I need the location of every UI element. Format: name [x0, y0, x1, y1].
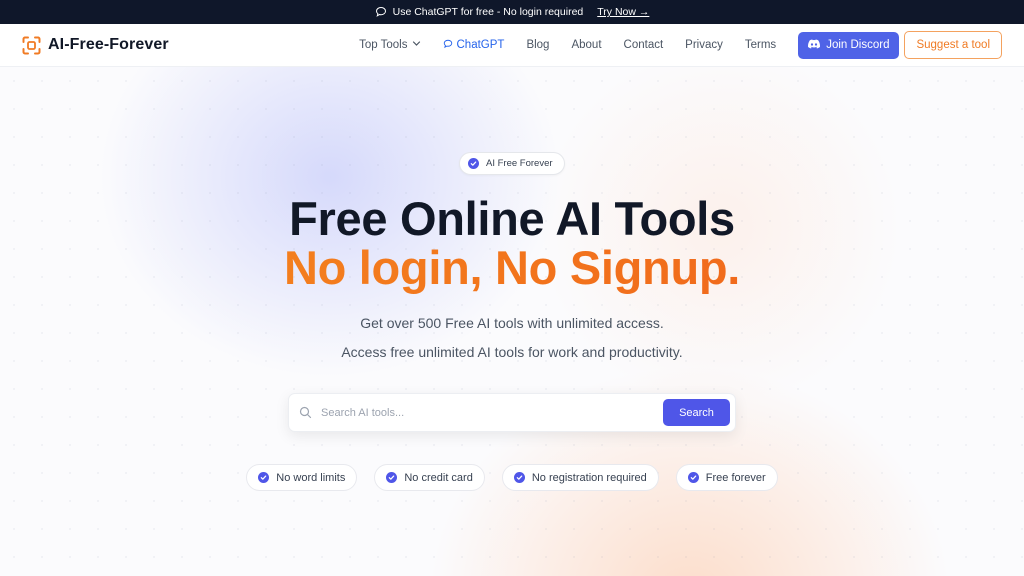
- check-circle-icon: [687, 472, 699, 483]
- nav-about[interactable]: About: [560, 39, 612, 51]
- chat-bubble-icon: [375, 6, 387, 18]
- check-circle-icon: [386, 472, 398, 483]
- discord-icon: [808, 39, 821, 52]
- brand-home-link[interactable]: AI-Free-Forever: [22, 36, 169, 55]
- hero-section: AI Free Forever Free Online AI Tools No …: [0, 67, 1024, 576]
- search-bar: Search: [288, 393, 736, 432]
- nav-privacy[interactable]: Privacy: [674, 39, 734, 51]
- nav-terms[interactable]: Terms: [734, 39, 787, 51]
- check-circle-icon: [513, 472, 525, 483]
- nav-contact[interactable]: Contact: [613, 39, 675, 51]
- hero-subtitle-1: Get over 500 Free AI tools with unlimite…: [360, 315, 664, 331]
- nav-blog[interactable]: Blog: [515, 39, 560, 51]
- nav-chatgpt-label: ChatGPT: [456, 39, 505, 51]
- search-input[interactable]: [321, 406, 663, 419]
- main-nav: Top Tools ChatGPT Blog About Contact Pri…: [348, 31, 1002, 59]
- join-discord-button[interactable]: Join Discord: [798, 31, 900, 59]
- feature-pill: No registration required: [501, 464, 659, 491]
- try-now-link[interactable]: Try Now →: [597, 6, 649, 18]
- hero-title-line1: Free Online AI Tools: [289, 192, 735, 245]
- nav-top-tools-label: Top Tools: [359, 39, 408, 51]
- suggest-tool-button[interactable]: Suggest a tool: [904, 31, 1002, 59]
- feature-label: No word limits: [276, 471, 346, 484]
- nav-chatgpt[interactable]: ChatGPT: [432, 39, 516, 52]
- feature-label: No credit card: [404, 471, 473, 484]
- feature-pill: Free forever: [675, 464, 778, 491]
- hero-badge: AI Free Forever: [459, 152, 565, 175]
- feature-pill: No credit card: [374, 464, 485, 491]
- check-circle-icon: [258, 472, 270, 483]
- join-discord-label: Join Discord: [826, 39, 890, 51]
- nav-top-tools-dropdown[interactable]: Top Tools: [348, 39, 431, 51]
- hero-title-line2: No login, No Signup.: [0, 240, 1024, 295]
- site-header: AI-Free-Forever Top Tools ChatGPT Blog A…: [0, 24, 1024, 67]
- feature-pill: No word limits: [246, 464, 358, 491]
- feature-label: Free forever: [705, 471, 766, 484]
- hero-subtitle-2: Access free unlimited AI tools for work …: [341, 344, 683, 360]
- chat-bubble-icon: [443, 39, 453, 52]
- announcement-text: Use ChatGPT for free - No login required: [392, 6, 584, 18]
- hero-badge-label: AI Free Forever: [486, 158, 553, 169]
- scan-frame-logo-icon: [22, 36, 41, 55]
- search-button[interactable]: Search: [663, 399, 730, 426]
- brand-name: AI-Free-Forever: [48, 36, 169, 53]
- search-icon: [299, 406, 312, 419]
- chevron-down-icon: [412, 39, 421, 51]
- announcement-bar: Use ChatGPT for free - No login required…: [0, 0, 1024, 24]
- check-circle-icon: [468, 158, 479, 169]
- feature-list: No word limits No credit card No registr…: [0, 464, 1024, 491]
- feature-label: No registration required: [531, 471, 647, 484]
